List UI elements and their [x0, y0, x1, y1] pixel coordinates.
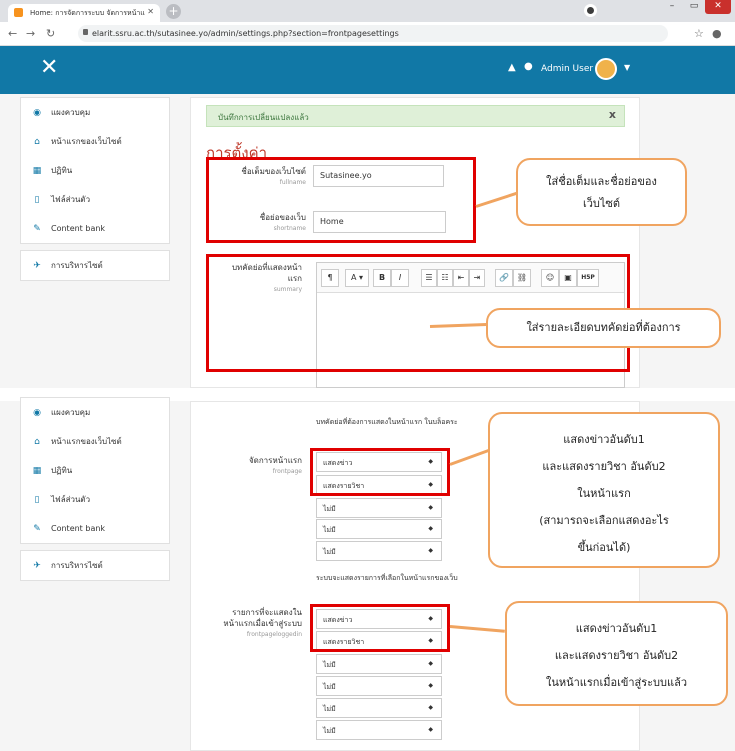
- moodle-navbar: ✕ ▲ ● Admin User ▼: [0, 46, 735, 94]
- sidebar-item-site-admin[interactable]: ✈ การบริหารไซต์: [21, 251, 169, 280]
- wrench-icon: ✈: [33, 260, 41, 271]
- lock-icon: [83, 29, 88, 35]
- pencil-icon: ✎: [33, 223, 41, 234]
- dashboard-icon: ◉: [33, 107, 41, 118]
- sidebar-item-private-files[interactable]: ▯ ไฟล์ส่วนตัว: [21, 485, 169, 514]
- tab-title: Home: การจัดการระบบ จัดการหน้าแ: [30, 9, 145, 17]
- frontpageloggedin-code: frontpageloggedin: [246, 631, 302, 638]
- new-tab-icon[interactable]: +: [166, 4, 181, 19]
- calendar-icon: ▦: [32, 465, 42, 476]
- minimize-icon[interactable]: –: [661, 0, 683, 14]
- sidebar-item-site-admin[interactable]: ✈ การบริหารไซต์: [21, 551, 169, 580]
- loggedin-select-5[interactable]: ไม่มี ◆: [316, 698, 442, 718]
- browser-tabbar: Home: การจัดการระบบ จัดการหน้าแ ✕ + – ▭ …: [0, 0, 735, 22]
- loggedin-select-6[interactable]: ไม่มี ◆: [316, 720, 442, 740]
- loggedin-select-4[interactable]: ไม่มี ◆: [316, 676, 442, 696]
- frontpage-select-3[interactable]: ไม่มี ◆: [316, 498, 442, 518]
- dashboard-icon: ◉: [33, 407, 41, 418]
- select-caret-icon: ◆: [428, 660, 433, 667]
- callout-frontpage: แสดงข่าวอันดับ1 และแสดงรายวิชา อันดับ2 ใ…: [488, 412, 720, 568]
- window-controls: – ▭ ✕: [661, 0, 731, 18]
- bell-icon[interactable]: ▲: [508, 62, 516, 73]
- frontpage-code: frontpage: [272, 468, 302, 475]
- nav-drawer-top: ◉ แผงควบคุม ⌂ หน้าแรกของเว็บไซต์ ▦ ปฏิทิน ▯…: [20, 97, 170, 287]
- select-caret-icon: ◆: [428, 504, 433, 511]
- browser-toolbar: ← → ↻ elarit.ssru.ac.th/sutasinee.yo/adm…: [0, 22, 735, 46]
- frontpage-select-5[interactable]: ไม่มี ◆: [316, 541, 442, 561]
- success-alert: บันทึกการเปลี่ยนแปลงแล้ว x: [206, 105, 625, 127]
- reload-icon[interactable]: ↻: [46, 27, 55, 40]
- close-tab-icon[interactable]: ✕: [147, 7, 154, 16]
- frontpage-help: ระบบจะแสดงรายการที่เลือกในหน้าแรกของเว็บ: [316, 574, 458, 582]
- select-caret-icon: ◆: [428, 682, 433, 689]
- frontpage-label: จัดการหน้าแรก frontpage: [210, 455, 302, 477]
- browser-profile-icon[interactable]: [584, 4, 597, 17]
- home-icon: ⌂: [34, 136, 40, 147]
- callout-loggedin: แสดงข่าวอันดับ1 และแสดงรายวิชา อันดับ2 ใ…: [505, 601, 728, 706]
- select-caret-icon: ◆: [428, 726, 433, 733]
- forward-arrow-icon[interactable]: →: [26, 27, 35, 40]
- moodle-favicon-icon: [14, 8, 23, 17]
- nav-group: ◉ แผงควบคุม ⌂ หน้าแรกของเว็บไซต์ ▦ ปฏิทิน ▯…: [20, 97, 170, 244]
- close-icon[interactable]: x: [609, 108, 616, 121]
- close-drawer-icon[interactable]: ✕: [40, 57, 58, 79]
- back-arrow-icon[interactable]: ←: [8, 27, 17, 40]
- address-bar[interactable]: elarit.ssru.ac.th/sutasinee.yo/admin/set…: [78, 25, 668, 42]
- highlight-frontpage: [310, 448, 450, 496]
- nav-group: ◉ แผงควบคุม ⌂ หน้าแรกของเว็บไซต์ ▦ ปฏิทิน ▯…: [20, 397, 170, 544]
- nav-drawer-bottom: ◉ แผงควบคุม ⌂ หน้าแรกของเว็บไซต์ ▦ ปฏิทิน ▯…: [20, 397, 170, 587]
- callout-names: ใส่ชื่อเต็มและชื่อย่อของ เว็บไซต์: [516, 158, 687, 226]
- select-caret-icon: ◆: [428, 704, 433, 711]
- home-icon: ⌂: [34, 436, 40, 447]
- sidebar-item-content-bank[interactable]: ✎ Content bank: [21, 214, 169, 243]
- nav-group-admin: ✈ การบริหารไซต์: [20, 550, 170, 581]
- loggedin-select-3[interactable]: ไม่มี ◆: [316, 654, 442, 674]
- bookmark-star-icon[interactable]: ☆: [694, 27, 704, 40]
- sidebar-item-dashboard[interactable]: ◉ แผงควบคุม: [21, 98, 169, 127]
- avatar[interactable]: [595, 58, 617, 80]
- callout-summary: ใส่รายละเอียดบทคัดย่อที่ต้องการ: [486, 308, 721, 348]
- wrench-icon: ✈: [33, 560, 41, 571]
- frontpage-select-4[interactable]: ไม่มี ◆: [316, 519, 442, 539]
- calendar-icon: ▦: [32, 165, 42, 176]
- url-text: elarit.ssru.ac.th/sutasinee.yo/admin/set…: [92, 29, 399, 38]
- user-name[interactable]: Admin User: [541, 64, 593, 74]
- select-caret-icon: ◆: [428, 547, 433, 554]
- file-icon: ▯: [34, 194, 40, 205]
- chat-icon[interactable]: ●: [524, 61, 533, 72]
- nav-group-admin: ✈ การบริหารไซต์: [20, 250, 170, 281]
- sidebar-item-site-home[interactable]: ⌂ หน้าแรกของเว็บไซต์: [21, 427, 169, 456]
- browser-tab[interactable]: Home: การจัดการระบบ จัดการหน้าแ ✕: [8, 4, 160, 22]
- highlight-names: [206, 157, 476, 243]
- sidebar-item-dashboard[interactable]: ◉ แผงควบคุม: [21, 398, 169, 427]
- highlight-loggedin: [310, 604, 450, 652]
- frontpage-note: บทคัดย่อที่ต้องการแสดงในหน้าแรก ในบล็อคร…: [316, 418, 458, 426]
- window-close-icon[interactable]: ✕: [705, 0, 731, 14]
- sidebar-item-site-home[interactable]: ⌂ หน้าแรกของเว็บไซต์: [21, 127, 169, 156]
- alert-text: บันทึกการเปลี่ยนแปลงแล้ว: [218, 113, 309, 122]
- pencil-icon: ✎: [33, 523, 41, 534]
- sidebar-item-content-bank[interactable]: ✎ Content bank: [21, 514, 169, 543]
- frontpageloggedin-label: รายการที่จะแสดงใน หน้าแรกเมื่อเข้าสู่ระบ…: [206, 607, 302, 640]
- sidebar-item-calendar[interactable]: ▦ ปฏิทิน: [21, 156, 169, 185]
- sidebar-item-private-files[interactable]: ▯ ไฟล์ส่วนตัว: [21, 185, 169, 214]
- select-caret-icon: ◆: [428, 525, 433, 532]
- maximize-icon[interactable]: ▭: [683, 0, 705, 14]
- file-icon: ▯: [34, 494, 40, 505]
- sidebar-item-calendar[interactable]: ▦ ปฏิทิน: [21, 456, 169, 485]
- account-icon[interactable]: ●: [712, 27, 722, 40]
- chevron-down-icon[interactable]: ▼: [624, 63, 630, 72]
